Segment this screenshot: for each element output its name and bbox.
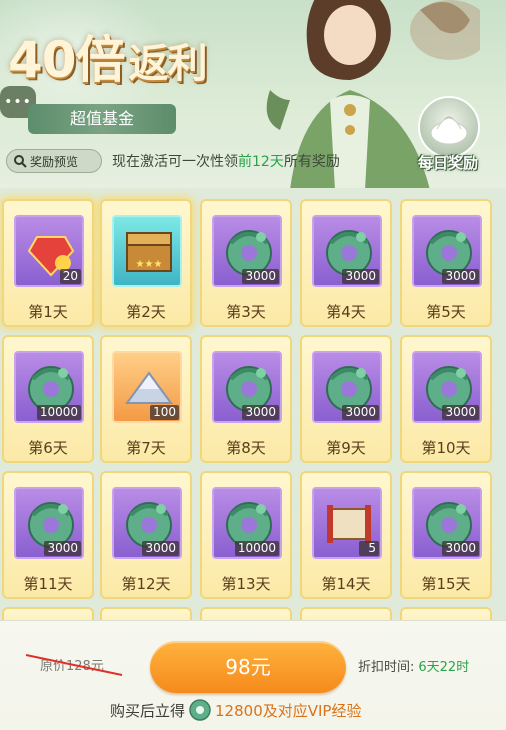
item-quantity: 10000 — [36, 405, 81, 420]
day-label: 第15天 — [421, 575, 471, 593]
day-label: 第2天 — [126, 303, 166, 321]
reward-thumb: 3000 — [412, 351, 482, 423]
reward-card[interactable]: 3000 第12天 — [100, 471, 192, 599]
reward-preview-label: 奖励预览 — [30, 154, 79, 169]
item-quantity: 10000 — [234, 541, 279, 556]
reward-card[interactable]: 3000 第8天 — [200, 335, 292, 463]
reward-preview-button[interactable]: 奖励预览 — [6, 149, 102, 173]
title-suffix: 返利 — [128, 41, 208, 87]
daily-reward-circle — [418, 96, 480, 158]
discount-time: 折扣时间: 6天22时 — [358, 656, 469, 675]
item-quantity: 20 — [59, 269, 81, 284]
daily-reward-label: 每日奖励 — [417, 154, 478, 172]
day-label: 第3天 — [226, 303, 266, 321]
reward-prefix: 购买后立得 — [110, 701, 186, 720]
reward-thumb: 10000 — [212, 487, 282, 559]
day-label: 第13天 — [221, 575, 271, 593]
item-quantity: 3000 — [242, 269, 279, 284]
reward-card[interactable]: 5 第14天 — [300, 471, 392, 599]
reward-card[interactable]: 3000 第11天 — [2, 471, 94, 599]
reward-thumb: 3000 — [412, 215, 482, 287]
reward-card[interactable]: 3000 第10天 — [400, 335, 492, 463]
reward-thumb: 3000 — [412, 487, 482, 559]
discount-remaining: 6天22时 — [418, 660, 470, 675]
reward-card[interactable]: 3000 第9天 — [300, 335, 392, 463]
desc-suffix: 所有奖励 — [283, 154, 340, 170]
reward-thumb: ★★★ — [112, 215, 182, 287]
item-quantity: 5 — [359, 541, 379, 556]
desc-highlight: 前12天 — [238, 154, 284, 170]
item-quantity: 3000 — [442, 541, 479, 556]
item-quantity: 3000 — [242, 405, 279, 420]
reward-thumb: 3000 — [312, 215, 382, 287]
reward-card[interactable]: 3000 第15天 — [400, 471, 492, 599]
day-label: 第7天 — [126, 439, 166, 457]
day-label: 第11天 — [23, 575, 73, 593]
treasure-chest-icon: ★★★ — [126, 232, 172, 272]
day-label: 第12天 — [121, 575, 171, 593]
item-quantity: 100 — [150, 405, 179, 420]
jade-coin-icon — [189, 699, 211, 721]
activation-description: 现在激活可一次性领前12天所有奖励 — [112, 151, 340, 171]
item-quantity: 3000 — [442, 405, 479, 420]
day-label: 第14天 — [321, 575, 371, 593]
reward-thumb: 5 — [312, 487, 382, 559]
reward-thumb: 3000 — [14, 487, 84, 559]
reward-card[interactable]: ★★★ 第2天 — [100, 199, 192, 327]
day-label: 第5天 — [426, 303, 466, 321]
discount-label: 折扣时间: — [358, 660, 415, 675]
purchase-bar: 原价128元 98元 折扣时间: 6天22时 购买后立得 12800及对应VIP经… — [0, 620, 506, 730]
main-title: 40倍 返利 — [8, 20, 208, 92]
item-quantity: 3000 — [342, 405, 379, 420]
search-icon — [14, 155, 27, 168]
day-label: 第9天 — [326, 439, 366, 457]
item-quantity: 3000 — [142, 541, 179, 556]
reward-thumb: 20 — [14, 215, 84, 287]
reward-thumb: 3000 — [112, 487, 182, 559]
day-label: 第4天 — [326, 303, 366, 321]
buy-button[interactable]: 98元 — [150, 641, 346, 693]
reward-card[interactable]: 20 第1天 — [2, 199, 94, 327]
reward-card[interactable]: 3000 第5天 — [400, 199, 492, 327]
daily-reward-button[interactable]: 每日奖励 — [404, 96, 492, 180]
price-strike-line — [25, 654, 123, 676]
item-quantity: 3000 — [342, 269, 379, 284]
day-label: 第8天 — [226, 439, 266, 457]
item-quantity: 3000 — [44, 541, 81, 556]
reward-thumb: 3000 — [212, 215, 282, 287]
reward-thumb: 3000 — [212, 351, 282, 423]
bun-icon — [430, 116, 468, 145]
reward-card[interactable]: 10000 第13天 — [200, 471, 292, 599]
reward-card[interactable]: 3000 第3天 — [200, 199, 292, 327]
reward-thumb: 10000 — [14, 351, 84, 423]
day-label: 第10天 — [421, 439, 471, 457]
day-label: 第1天 — [28, 303, 68, 321]
header-banner: 40倍 返利 ••• 超值基金 奖励预览 现在激活可一次性领前12天所有奖励 每日… — [0, 0, 506, 188]
reward-thumb: 100 — [112, 351, 182, 423]
fund-label: 超值基金 — [28, 104, 176, 134]
item-quantity: 3000 — [442, 269, 479, 284]
reward-card[interactable]: 10000 第6天 — [2, 335, 94, 463]
desc-prefix: 现在激活可一次性领 — [112, 154, 238, 170]
title-multiplier: 40倍 — [8, 31, 126, 89]
reward-card[interactable]: 100 第7天 — [100, 335, 192, 463]
reward-amount: 12800及对应VIP经验 — [215, 701, 362, 720]
day-label: 第6天 — [28, 439, 68, 457]
reward-card[interactable]: 3000 第4天 — [300, 199, 392, 327]
svg-text:★★★: ★★★ — [136, 259, 163, 270]
reward-thumb: 3000 — [312, 351, 382, 423]
purchase-reward-line: 购买后立得 12800及对应VIP经验 — [110, 699, 361, 721]
